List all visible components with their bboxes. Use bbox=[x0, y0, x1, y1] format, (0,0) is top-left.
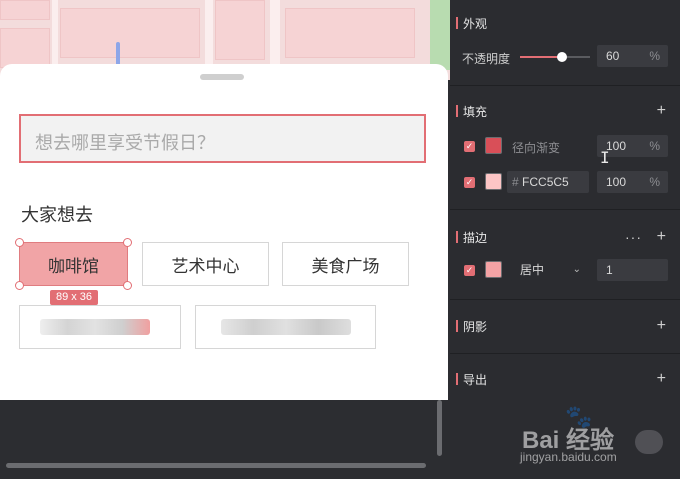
blurred-content bbox=[221, 319, 351, 335]
section-header: 导出 bbox=[450, 371, 487, 387]
fill-2-hex-field[interactable]: # FCC5C5 bbox=[507, 171, 589, 193]
section-header: 填充 bbox=[450, 103, 487, 119]
blurred-content bbox=[40, 319, 150, 335]
resize-handle-bottom-left[interactable] bbox=[15, 281, 24, 290]
chip-food-court[interactable]: 美食广场 bbox=[282, 242, 409, 286]
fill-2-unit: % bbox=[649, 175, 660, 189]
stroke-section: 描边 ··· + ✓ 居中 ⌄ 1 bbox=[450, 211, 680, 300]
map-block bbox=[60, 8, 200, 58]
opacity-slider-knob[interactable] bbox=[557, 52, 567, 62]
fill-1-unit: % bbox=[649, 139, 660, 153]
fill-2-percent: 100 bbox=[606, 175, 627, 189]
add-export-button[interactable]: + bbox=[657, 371, 666, 387]
chevron-down-icon: ⌄ bbox=[572, 264, 581, 275]
chip-label: 艺术中心 bbox=[171, 256, 240, 276]
selection-size-badge: 89 x 36 bbox=[50, 290, 98, 305]
chip-blurred[interactable] bbox=[195, 305, 376, 349]
stroke-swatch[interactable] bbox=[485, 261, 502, 278]
chip-label: 美食广场 bbox=[311, 256, 380, 276]
section-header: 描边 bbox=[450, 229, 487, 245]
section-accent-bar bbox=[456, 373, 458, 385]
section-title: 大家想去 bbox=[21, 205, 93, 225]
map-transit-line bbox=[116, 42, 120, 66]
section-header: 阴影 bbox=[450, 318, 487, 334]
opacity-field[interactable]: 60 % bbox=[597, 45, 668, 67]
fill-2-hex: FCC5C5 bbox=[522, 175, 569, 189]
resize-handle-bottom-right[interactable] bbox=[123, 281, 132, 290]
chip-art-center[interactable]: 艺术中心 bbox=[142, 242, 269, 286]
fill-2-swatch[interactable] bbox=[485, 173, 502, 190]
opacity-slider[interactable] bbox=[520, 52, 590, 62]
chip-blurred[interactable] bbox=[19, 305, 181, 349]
resize-handle-top-left[interactable] bbox=[15, 238, 24, 247]
add-shadow-button[interactable]: + bbox=[657, 318, 666, 334]
chip-cafe[interactable]: 咖啡馆 bbox=[19, 242, 128, 286]
search-placeholder: 想去哪里享受节假日？ bbox=[35, 133, 215, 153]
opacity-slider-fill bbox=[520, 56, 562, 58]
map-block bbox=[285, 8, 415, 58]
bottom-sheet: 想去哪里享受节假日？ 大家想去 咖啡馆 89 x 36 艺术中心 美食广场 bbox=[0, 64, 448, 400]
section-accent-bar bbox=[456, 17, 458, 29]
fill-title: 填充 bbox=[463, 104, 488, 119]
stroke-more-icon[interactable]: ··· bbox=[625, 229, 642, 245]
shadow-title: 阴影 bbox=[463, 319, 488, 334]
section-accent-bar bbox=[456, 320, 458, 332]
watermark-url: jingyan.baidu.com bbox=[520, 450, 617, 464]
add-stroke-button[interactable]: + bbox=[657, 229, 666, 245]
horizontal-scrollbar[interactable] bbox=[6, 463, 426, 468]
stroke-width-field[interactable]: 1 bbox=[597, 259, 668, 281]
stroke-position-select[interactable]: 居中 ⌄ bbox=[511, 259, 589, 281]
search-input[interactable]: 想去哪里享受节假日？ bbox=[19, 114, 426, 163]
stroke-position: 居中 bbox=[520, 263, 545, 277]
stroke-width: 1 bbox=[606, 263, 613, 277]
chat-bubble-icon[interactable] bbox=[635, 430, 663, 454]
section-accent-bar bbox=[456, 231, 458, 243]
opacity-value: 60 bbox=[606, 49, 620, 63]
vertical-scrollbar[interactable] bbox=[437, 400, 442, 456]
opacity-unit: % bbox=[649, 49, 660, 63]
text-cursor-icon: I bbox=[600, 148, 610, 167]
hex-prefix: # bbox=[512, 175, 519, 189]
opacity-label: 不透明度 bbox=[462, 52, 511, 66]
section-accent-bar bbox=[456, 105, 458, 117]
add-fill-button[interactable]: + bbox=[657, 103, 666, 119]
sheet-grabber[interactable] bbox=[200, 74, 244, 80]
export-title: 导出 bbox=[463, 372, 488, 387]
fill-2-checkbox[interactable]: ✓ bbox=[464, 177, 475, 188]
chip-label: 咖啡馆 bbox=[48, 256, 99, 276]
design-canvas[interactable]: 想去哪里享受节假日？ 大家想去 咖啡馆 89 x 36 艺术中心 美食广场 bbox=[0, 0, 450, 479]
stroke-checkbox[interactable]: ✓ bbox=[464, 265, 475, 276]
appearance-title: 外观 bbox=[463, 16, 488, 31]
shadow-section: 阴影 + bbox=[450, 301, 680, 354]
fill-1-swatch[interactable] bbox=[485, 137, 502, 154]
fill-section: 填充 + ✓ 径向渐变 100 % ✓ # FCC5C5 100 % bbox=[450, 87, 680, 210]
map-park bbox=[430, 0, 450, 70]
map-block bbox=[0, 28, 50, 68]
map-block bbox=[215, 0, 265, 60]
fill-1-type[interactable]: 径向渐变 bbox=[512, 139, 560, 156]
resize-handle-top-right[interactable] bbox=[123, 238, 132, 247]
stroke-title: 描边 bbox=[463, 230, 488, 245]
section-header: 外观 bbox=[450, 15, 487, 31]
map-block bbox=[0, 0, 50, 20]
fill-1-checkbox[interactable]: ✓ bbox=[464, 141, 475, 152]
fill-2-opacity-field[interactable]: 100 % bbox=[597, 171, 668, 193]
appearance-section: 外观 不透明度 60 % bbox=[450, 0, 680, 86]
